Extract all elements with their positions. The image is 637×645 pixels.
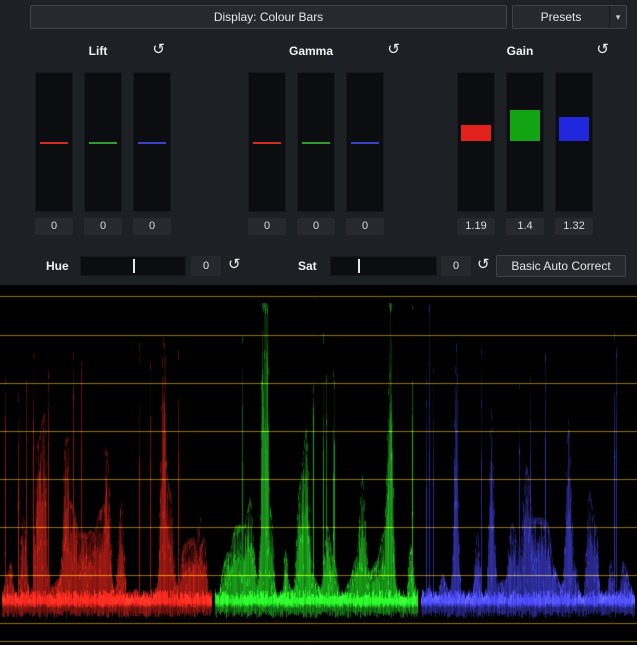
chevron-down-icon[interactable]: ▾ bbox=[609, 6, 626, 28]
lift-reset-icon[interactable]: ↺ bbox=[152, 42, 165, 58]
gamma-values: 0 0 0 bbox=[248, 218, 384, 235]
lift-blue-slider[interactable] bbox=[133, 72, 171, 212]
sat-label: Sat bbox=[298, 259, 317, 273]
lift-green-slider[interactable] bbox=[84, 72, 122, 212]
gamma-green-level bbox=[302, 142, 330, 144]
gamma-title: Gamma bbox=[248, 44, 374, 58]
hue-slider-handle[interactable] bbox=[133, 259, 135, 273]
hue-value[interactable]: 0 bbox=[191, 256, 221, 276]
gain-reset-icon[interactable]: ↺ bbox=[596, 42, 609, 58]
presets-label: Presets bbox=[513, 6, 609, 28]
basic-auto-correct-button[interactable]: Basic Auto Correct bbox=[496, 255, 626, 277]
gamma-header: Gamma ↺ bbox=[248, 42, 384, 68]
lift-green-value[interactable]: 0 bbox=[84, 218, 122, 235]
gain-red-value[interactable]: 1.19 bbox=[457, 218, 495, 235]
gain-red-level bbox=[461, 125, 491, 140]
lift-blue-level bbox=[138, 142, 166, 144]
lift-values: 0 0 0 bbox=[35, 218, 171, 235]
gain-red-slider[interactable] bbox=[457, 72, 495, 212]
gain-blue-level bbox=[559, 117, 589, 140]
gamma-sliders bbox=[248, 72, 384, 212]
gamma-blue-level bbox=[351, 142, 379, 144]
waveform-monitor bbox=[0, 285, 637, 645]
gamma-reset-icon[interactable]: ↺ bbox=[387, 42, 400, 58]
lift-red-value[interactable]: 0 bbox=[35, 218, 73, 235]
gamma-green-slider[interactable] bbox=[297, 72, 335, 212]
gain-sliders bbox=[457, 72, 593, 212]
gain-green-value[interactable]: 1.4 bbox=[506, 218, 544, 235]
lift-red-level bbox=[40, 142, 68, 144]
gain-green-slider[interactable] bbox=[506, 72, 544, 212]
lift-title: Lift bbox=[35, 44, 161, 58]
gamma-blue-value[interactable]: 0 bbox=[346, 218, 384, 235]
gain-green-level bbox=[510, 110, 540, 140]
hue-slider[interactable] bbox=[80, 256, 186, 276]
hue-label: Hue bbox=[46, 259, 69, 273]
lift-green-level bbox=[89, 142, 117, 144]
lift-header: Lift ↺ bbox=[35, 42, 171, 68]
display-mode-button[interactable]: Display: Colour Bars bbox=[30, 5, 507, 29]
colour-correction-panel: Display: Colour Bars Presets ▾ Lift ↺ 0 … bbox=[0, 0, 637, 285]
gain-header: Gain ↺ bbox=[457, 42, 593, 68]
gain-title: Gain bbox=[457, 44, 583, 58]
gain-values: 1.19 1.4 1.32 bbox=[457, 218, 593, 235]
sat-slider[interactable] bbox=[330, 256, 437, 276]
lift-blue-value[interactable]: 0 bbox=[133, 218, 171, 235]
gain-blue-slider[interactable] bbox=[555, 72, 593, 212]
gamma-red-value[interactable]: 0 bbox=[248, 218, 286, 235]
gamma-blue-slider[interactable] bbox=[346, 72, 384, 212]
gamma-red-slider[interactable] bbox=[248, 72, 286, 212]
hue-reset-icon[interactable]: ↺ bbox=[228, 257, 241, 273]
hue-sat-row: Hue 0 ↺ Sat 0 ↺ Basic Auto Correct bbox=[0, 255, 637, 277]
lift-red-slider[interactable] bbox=[35, 72, 73, 212]
gamma-group: Gamma ↺ 0 0 0 bbox=[248, 42, 384, 242]
sat-slider-handle[interactable] bbox=[358, 259, 360, 273]
presets-dropdown[interactable]: Presets ▾ bbox=[512, 5, 627, 29]
sat-value[interactable]: 0 bbox=[441, 256, 471, 276]
gain-group: Gain ↺ 1.19 1.4 1.32 bbox=[457, 42, 593, 242]
lift-group: Lift ↺ 0 0 0 bbox=[35, 42, 171, 242]
sat-reset-icon[interactable]: ↺ bbox=[477, 257, 490, 273]
gamma-green-value[interactable]: 0 bbox=[297, 218, 335, 235]
gain-blue-value[interactable]: 1.32 bbox=[555, 218, 593, 235]
lift-sliders bbox=[35, 72, 171, 212]
gamma-red-level bbox=[253, 142, 281, 144]
rgb-parade-canvas bbox=[0, 285, 637, 645]
